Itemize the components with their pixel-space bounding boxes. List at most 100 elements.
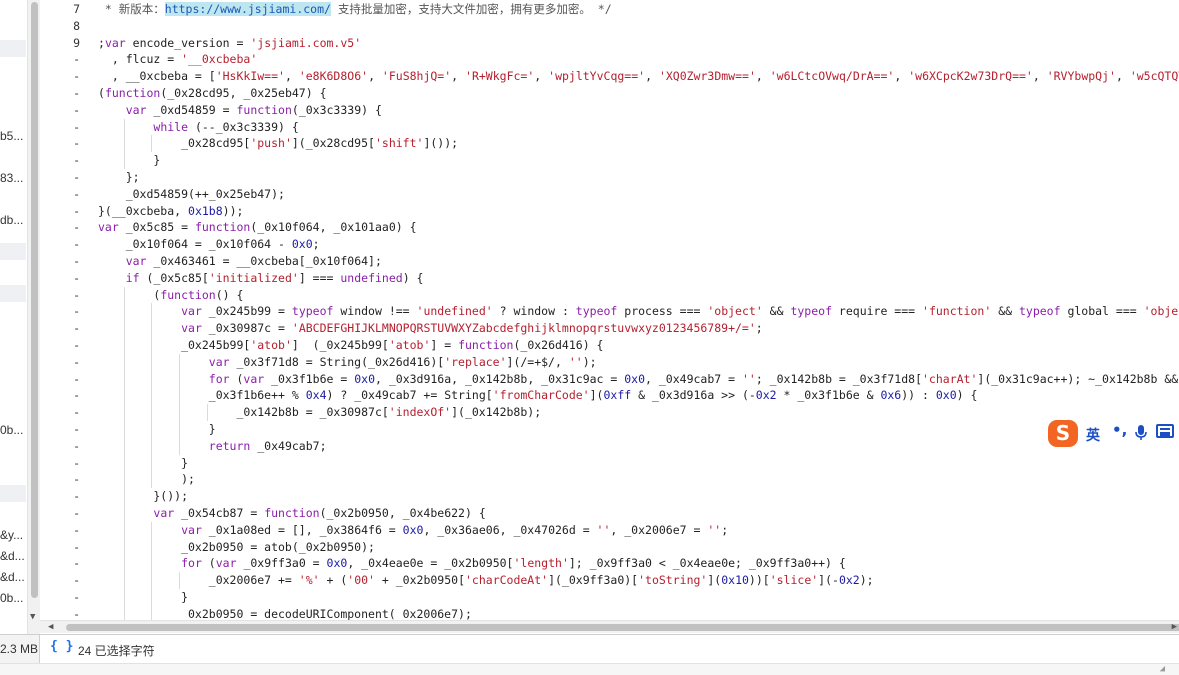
scroll-right-arrow-icon[interactable]: ▶ [1172, 621, 1177, 633]
code-line[interactable]: }(__0xcbeba, 0x1b8)); [98, 203, 243, 220]
microphone-icon-svg [1135, 425, 1147, 440]
sogou-logo-icon[interactable]: S [1048, 420, 1078, 447]
network-list-row[interactable] [0, 285, 26, 302]
line-number: - [73, 186, 80, 201]
code-line[interactable]: _0x2006e7 += '%' + ('00' + _0x2b0950['ch… [98, 572, 874, 589]
code-line[interactable]: _0x3f1b6e++ % 0x4) ? _0x49cab7 += String… [98, 387, 978, 404]
status-bar-lower-strip: ◢ [0, 663, 1179, 675]
code-line[interactable]: * 新版本：https://www.jsjiami.com/ 支持批量加密，支持… [98, 1, 612, 18]
code-line[interactable]: var _0x30987c = 'ABCDEFGHIJKLMNOPQRSTUVW… [98, 320, 763, 337]
network-list-row[interactable]: b5... [0, 128, 26, 145]
code-line[interactable]: } [98, 421, 216, 438]
code-line[interactable]: _0x10f064 = _0x10f064 - 0x0; [98, 236, 320, 253]
transfer-size-label: 2.3 MB / [0, 635, 40, 663]
line-number: - [73, 573, 80, 588]
line-number: - [73, 388, 80, 403]
scroll-left-arrow-icon[interactable]: ◀ [48, 621, 53, 633]
line-number: - [73, 270, 80, 285]
line-number: - [73, 153, 80, 168]
line-number: 7 [73, 2, 80, 16]
code-line[interactable]: (function(_0x28cd95, _0x25eb47) { [98, 85, 327, 102]
code-line[interactable]: var _0x3f71d8 = String(_0x26d416)['repla… [98, 354, 597, 371]
line-number: - [73, 354, 80, 369]
network-list-row[interactable]: &d... [0, 569, 26, 586]
line-number: - [73, 220, 80, 235]
line-number: - [73, 170, 80, 184]
indent-guide [179, 572, 181, 589]
code-line[interactable]: ); [98, 471, 195, 488]
ime-punctuation-toggle[interactable]: •, [1112, 421, 1127, 439]
ime-language-toggle[interactable]: 英 [1086, 425, 1100, 445]
code-viewer[interactable]: * 新版本：https://www.jsjiami.com/ 支持批量加密，支持… [98, 0, 1179, 620]
indent-guide [151, 521, 153, 620]
code-line[interactable]: while (--_0x3c3339) { [98, 119, 298, 136]
network-list-row[interactable]: 83... [0, 170, 26, 187]
code-line[interactable]: ;var encode_version = 'jsjiami.com.v5' [98, 35, 361, 52]
network-list-row[interactable]: 0b... [0, 422, 26, 439]
line-number: - [73, 321, 80, 336]
pretty-print-button[interactable]: { } [50, 639, 73, 654]
ime-toolbar[interactable]: S 英 •, [1046, 419, 1179, 448]
indent-guide [206, 404, 208, 421]
code-line[interactable]: (function() { [98, 287, 243, 304]
code-line[interactable]: }; [98, 169, 140, 186]
code-line[interactable]: for (var _0x9ff3a0 = 0x0, _0x4eae0e = _0… [98, 555, 846, 572]
code-line[interactable]: _0x245b99['atob'] (_0x245b99['atob'] = f… [98, 337, 603, 354]
line-number: - [73, 52, 80, 67]
line-number: - [73, 539, 80, 554]
indent-guide [151, 135, 153, 153]
network-list-row[interactable]: db... [0, 212, 26, 229]
line-number: - [73, 590, 80, 604]
network-list-row[interactable] [0, 40, 26, 57]
code-line[interactable]: } [98, 152, 160, 169]
line-number: - [73, 338, 80, 352]
line-number: - [73, 422, 80, 436]
line-number: - [73, 371, 80, 386]
network-list-row[interactable] [0, 485, 26, 502]
code-line[interactable]: if (_0x5c85['initialized'] === undefined… [98, 270, 424, 287]
network-list-panel: b5... 83... db... 0b... &y... &d... &d..… [0, 0, 40, 634]
resize-grip-icon[interactable]: ◢ [1160, 664, 1165, 674]
network-list-row[interactable] [0, 243, 26, 260]
line-number: - [73, 455, 80, 470]
network-list-row[interactable]: &y... [0, 527, 26, 544]
code-line[interactable]: _0x142b8b = _0x30987c['indexOf'](_0x142b… [98, 404, 541, 421]
code-line[interactable]: var _0x1a08ed = [], _0x3864f6 = 0x0, _0x… [98, 522, 728, 539]
network-list-row[interactable]: 0b... [0, 590, 26, 607]
code-line[interactable]: _0xd54859(++_0x25eb47); [98, 186, 285, 203]
line-number: - [73, 556, 80, 571]
code-line[interactable]: } [98, 455, 188, 472]
code-line[interactable]: } [98, 589, 188, 606]
scroll-down-arrow-icon[interactable]: ▼ [30, 612, 35, 622]
code-line[interactable]: _0x2b0950 = atob(_0x2b0950); [98, 539, 375, 556]
indent-guide [151, 303, 153, 489]
line-number: - [73, 86, 80, 100]
line-number: - [73, 304, 80, 319]
code-line[interactable]: var _0x245b99 = typeof window !== 'undef… [98, 303, 1179, 320]
code-line[interactable]: }()); [98, 488, 188, 505]
code-line[interactable]: _0x2b0950 = decodeURIComponent(_0x2006e7… [98, 606, 472, 620]
line-number: - [73, 489, 80, 504]
code-line[interactable]: , flcuz = '__0xcbeba' [98, 51, 257, 68]
code-line[interactable]: var _0xd54859 = function(_0x3c3339) { [98, 102, 382, 119]
code-line[interactable]: var _0x5c85 = function(_0x10f064, _0x101… [98, 219, 417, 236]
line-number: - [73, 522, 80, 537]
scrollbar-thumb[interactable] [31, 2, 38, 598]
indent-guide [179, 353, 181, 455]
horizontal-scrollbar[interactable]: ◀ ▶ [40, 620, 1179, 633]
keyboard-icon[interactable] [1156, 424, 1174, 438]
network-list-row[interactable]: &d... [0, 548, 26, 565]
code-line[interactable]: , __0xcbeba = ['HsKkIw==', 'e8K6D8O6', '… [98, 68, 1179, 85]
line-number: - [73, 438, 80, 453]
code-line[interactable]: var _0x463461 = __0xcbeba[_0x10f064]; [98, 253, 382, 270]
code-line[interactable]: return _0x49cab7; [98, 438, 327, 455]
vertical-scrollbar[interactable]: ▼ [27, 0, 40, 634]
line-number: - [73, 254, 80, 268]
code-line[interactable]: for (var _0x3f1b6e = 0x0, _0x3d916a, _0x… [98, 371, 1179, 388]
line-number: - [73, 506, 80, 520]
line-number: - [73, 136, 80, 151]
code-line[interactable]: var _0x54cb87 = function(_0x2b0950, _0x4… [98, 505, 485, 522]
microphone-icon[interactable] [1135, 425, 1147, 445]
line-number: - [73, 472, 80, 487]
scrollbar-thumb[interactable] [66, 624, 1179, 631]
